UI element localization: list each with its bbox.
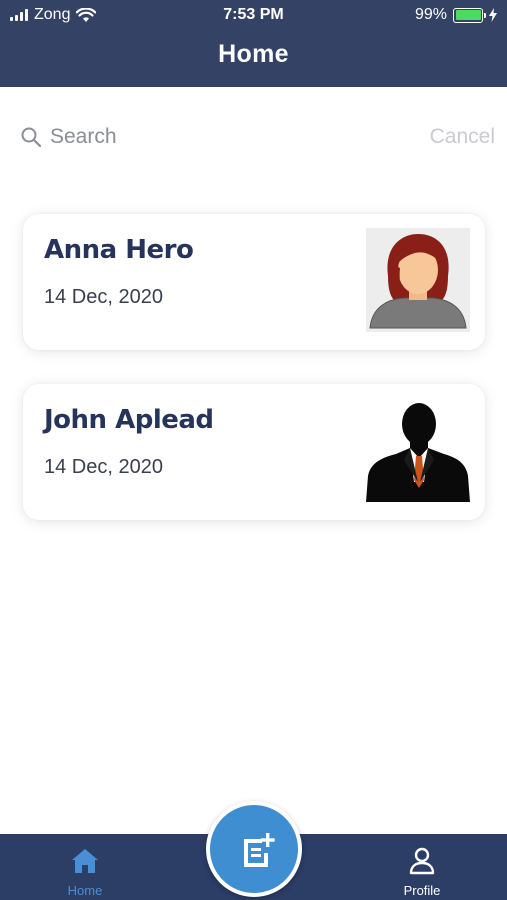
contact-date: 14 Dec, 2020 — [44, 456, 163, 478]
contact-name: John Aplead — [44, 405, 214, 435]
contact-name: Anna Hero — [44, 235, 194, 265]
battery-percent: 99% — [414, 6, 447, 23]
battery-icon — [453, 7, 486, 23]
search-icon — [21, 127, 42, 148]
male-silhouette-icon — [366, 403, 470, 502]
cancel-button[interactable]: Cancel — [430, 125, 495, 149]
contact-date: 14 Dec, 2020 — [44, 286, 163, 308]
page-title: Home — [218, 40, 289, 68]
status-bar: Zong 7:53 PM 99% — [0, 0, 507, 32]
tab-profile[interactable]: Profile — [367, 834, 477, 900]
female-avatar-icon — [366, 228, 470, 332]
top-bar: Zong 7:53 PM 99% Home — [0, 0, 507, 87]
contact-card[interactable]: John Aplead 14 Dec, 2020 — [23, 384, 485, 520]
home-icon — [72, 849, 98, 873]
add-note-icon — [244, 833, 275, 867]
tab-profile-label: Profile — [403, 883, 441, 898]
tab-home[interactable]: Home — [30, 834, 140, 900]
user-icon — [409, 847, 435, 875]
add-note-button[interactable] — [206, 801, 302, 897]
contact-card[interactable]: Anna Hero 14 Dec, 2020 — [23, 214, 485, 350]
search-bar: Cancel — [0, 120, 507, 156]
tab-home-label: Home — [67, 883, 103, 898]
search-input[interactable] — [50, 122, 350, 152]
charging-icon — [489, 8, 497, 22]
